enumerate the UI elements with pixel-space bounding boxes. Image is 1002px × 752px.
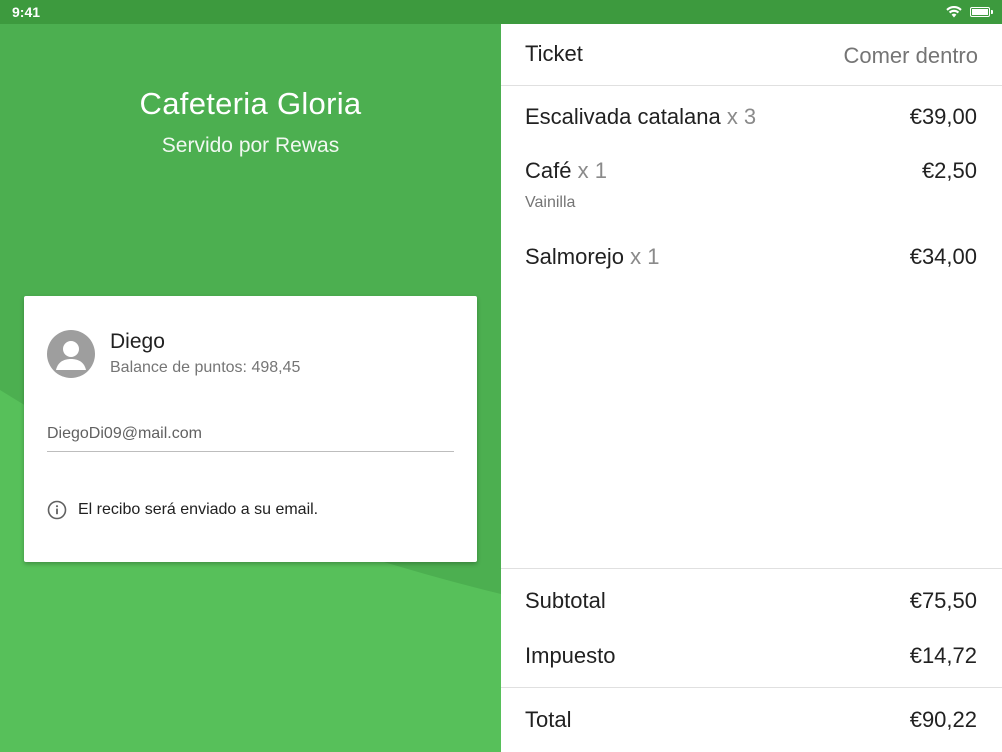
total-divider: [501, 687, 1002, 688]
list-item: Café x 1 €2,50 Vainilla: [525, 158, 977, 212]
email-field[interactable]: DiegoDi09@mail.com: [47, 422, 454, 452]
account-circle-icon: [47, 330, 95, 378]
status-time: 9:41: [12, 4, 41, 20]
customer-card: Diego Balance de puntos: 498,45 DiegoDi0…: [24, 296, 477, 562]
info-icon: [47, 500, 67, 520]
status-icons: [946, 6, 993, 18]
receipt-info: El recibo será enviado a su email.: [47, 500, 318, 520]
item-quantity: x 1: [630, 244, 660, 269]
item-price: €39,00: [909, 104, 977, 129]
item-note: Vainilla: [525, 194, 576, 211]
ticket-panel: Ticket Comer dentro Escalivada catalana …: [501, 24, 1002, 752]
item-price: €2,50: [921, 158, 977, 183]
wifi-icon: [946, 6, 962, 18]
subtotal-value: €75,50: [909, 588, 977, 613]
totals-divider: [501, 568, 1002, 569]
subtotal-row: Subtotal €75,50: [525, 588, 977, 614]
status-bar: 9:41: [0, 0, 1002, 24]
customer-name: Diego: [110, 330, 165, 353]
item-quantity: x 1: [577, 158, 607, 183]
total-label: Total: [525, 707, 572, 732]
item-quantity: x 3: [726, 104, 757, 129]
item-name: Café: [525, 158, 572, 183]
ticket-header: Ticket Comer dentro: [501, 24, 1002, 86]
battery-icon: [970, 7, 993, 17]
item-name: Salmorejo: [525, 244, 625, 269]
tax-row: Impuesto €14,72: [525, 643, 977, 669]
screen: 9:41 Cafeteria Gloria Servido por Rewas …: [0, 0, 1002, 752]
venue-served-by: Servido por Rewas: [161, 134, 340, 157]
item-name: Escalivada catalana: [525, 104, 721, 129]
points-balance: Balance de puntos: 498,45: [110, 359, 301, 376]
tax-label: Impuesto: [525, 643, 616, 668]
total-value: €90,22: [909, 707, 977, 732]
venue-name: Cafeteria Gloria: [139, 86, 362, 121]
subtotal-label: Subtotal: [525, 588, 606, 613]
tax-value: €14,72: [909, 643, 977, 668]
list-item: Escalivada catalana x 3 €39,00: [525, 104, 977, 130]
venue-panel: Cafeteria Gloria Servido por Rewas Diego…: [0, 24, 501, 752]
order-type[interactable]: Comer dentro: [843, 43, 978, 69]
total-row: Total €90,22: [525, 707, 977, 733]
receipt-note: El recibo será enviado a su email.: [78, 501, 319, 518]
list-item: Salmorejo x 1 €34,00: [525, 244, 977, 270]
ticket-title: Ticket: [525, 41, 583, 66]
item-price: €34,00: [909, 244, 977, 269]
